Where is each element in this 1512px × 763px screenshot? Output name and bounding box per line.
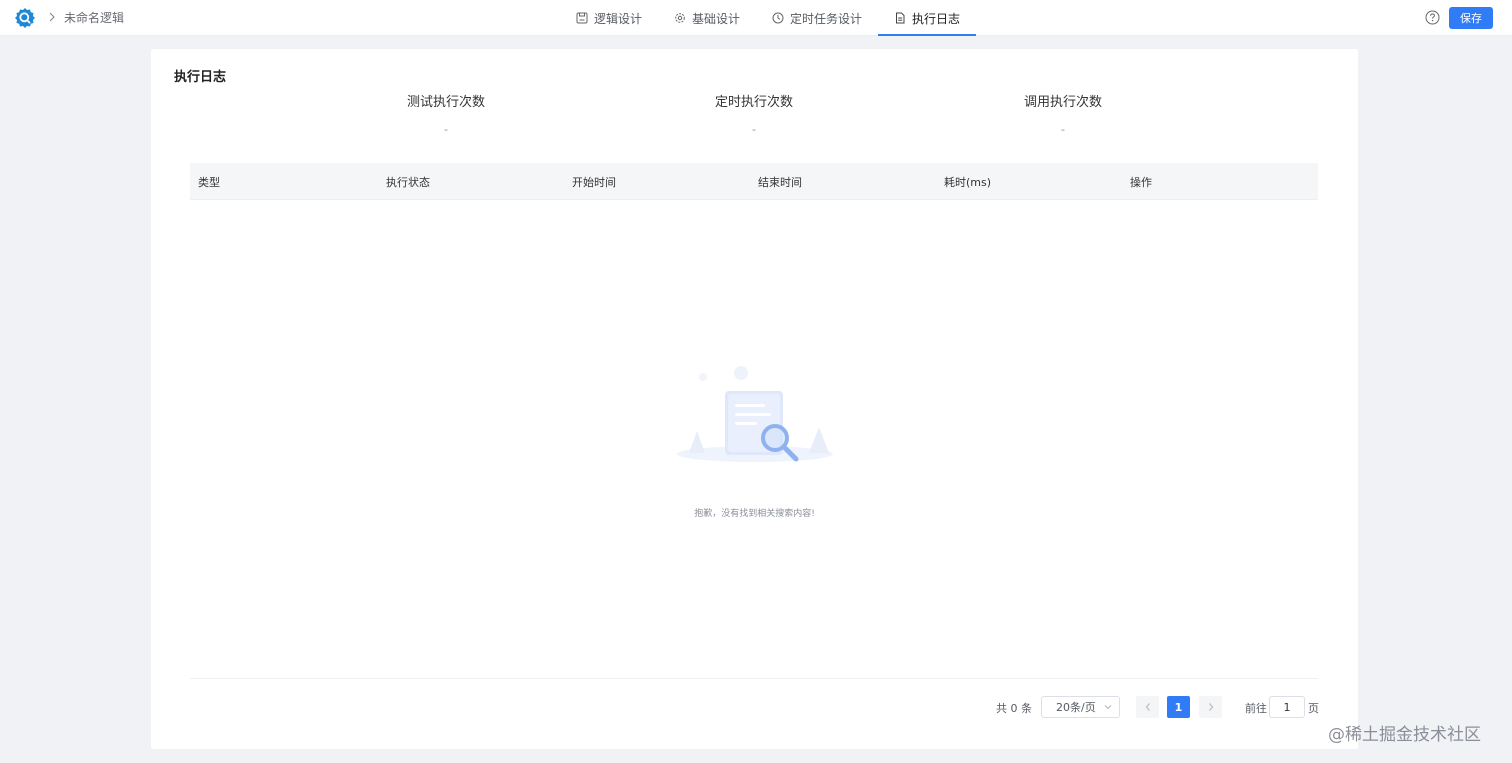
- help-icon[interactable]: [1425, 10, 1440, 25]
- tab-logic-design[interactable]: 逻辑设计: [560, 0, 658, 36]
- tab-label: 定时任务设计: [790, 11, 863, 26]
- pagination-total: 共 0 条: [996, 702, 1032, 715]
- page-size-value: 20条/页: [1056, 701, 1096, 714]
- stat-scheduled-executions: 定时执行次数 -: [674, 95, 834, 137]
- stat-test-executions: 测试执行次数 -: [366, 95, 526, 137]
- stat-label: 调用执行次数: [1023, 95, 1102, 110]
- goto-unit: 页: [1308, 702, 1319, 715]
- save-icon: [576, 12, 588, 24]
- stat-value: -: [444, 123, 448, 136]
- column-header-status[interactable]: 执行状态: [386, 174, 430, 190]
- page-number-current[interactable]: 1: [1167, 696, 1190, 718]
- tab-label: 执行日志: [912, 11, 961, 26]
- app-logo-icon[interactable]: [14, 7, 36, 29]
- page-size-select[interactable]: 20条/页: [1041, 696, 1120, 718]
- main-tabs: 逻辑设计 基础设计 定时任务设计 执行日志: [560, 0, 977, 36]
- column-header-start-time[interactable]: 开始时间: [572, 174, 616, 190]
- breadcrumb-title: 未命名逻辑: [64, 11, 125, 25]
- next-page-button[interactable]: [1199, 696, 1222, 718]
- execution-log-panel: 执行日志 测试执行次数 - 定时执行次数 - 调用执行次数 - 类型 执行状态 …: [151, 49, 1358, 749]
- tab-label: 基础设计: [692, 11, 741, 26]
- goto-label: 前往: [1245, 702, 1267, 715]
- stat-label: 定时执行次数: [714, 95, 793, 110]
- empty-state-message: 抱歉，没有找到相关搜索内容!: [694, 509, 815, 519]
- chevron-right-icon: [48, 11, 58, 25]
- goto-page-input[interactable]: [1269, 696, 1305, 718]
- clock-icon: [772, 12, 784, 24]
- tab-basic-design[interactable]: 基础设计: [658, 0, 756, 36]
- stat-invoke-executions: 调用执行次数 -: [983, 95, 1143, 137]
- tab-label: 逻辑设计: [594, 11, 643, 26]
- stat-label: 测试执行次数: [406, 95, 485, 110]
- column-header-type[interactable]: 类型: [198, 174, 220, 190]
- chevron-right-icon: [1208, 703, 1213, 711]
- document-icon: [896, 12, 905, 24]
- empty-search-illustration: [677, 366, 833, 462]
- gear-icon: [675, 13, 685, 23]
- column-header-end-time[interactable]: 结束时间: [758, 174, 802, 190]
- watermark-text: @稀土掘金技术社区: [1328, 725, 1481, 745]
- divider: [190, 678, 1318, 679]
- prev-page-button[interactable]: [1136, 696, 1159, 718]
- column-header-actions[interactable]: 操作: [1130, 174, 1152, 190]
- table-header: 类型 执行状态 开始时间 结束时间 耗时(ms) 操作: [190, 163, 1318, 200]
- top-header: 未命名逻辑 逻辑设计 基础设计 定时任务设计 执行日志 保存: [0, 0, 1512, 36]
- panel-title: 执行日志: [174, 70, 227, 85]
- chevron-left-icon: [1145, 703, 1150, 711]
- column-header-duration[interactable]: 耗时(ms): [944, 174, 991, 190]
- tab-execution-log[interactable]: 执行日志: [878, 0, 977, 36]
- chevron-down-icon: [1104, 705, 1112, 710]
- stat-value: -: [1061, 123, 1065, 136]
- tab-scheduled-task-design[interactable]: 定时任务设计: [756, 0, 878, 36]
- stat-value: -: [752, 123, 756, 136]
- save-button[interactable]: 保存: [1449, 7, 1493, 29]
